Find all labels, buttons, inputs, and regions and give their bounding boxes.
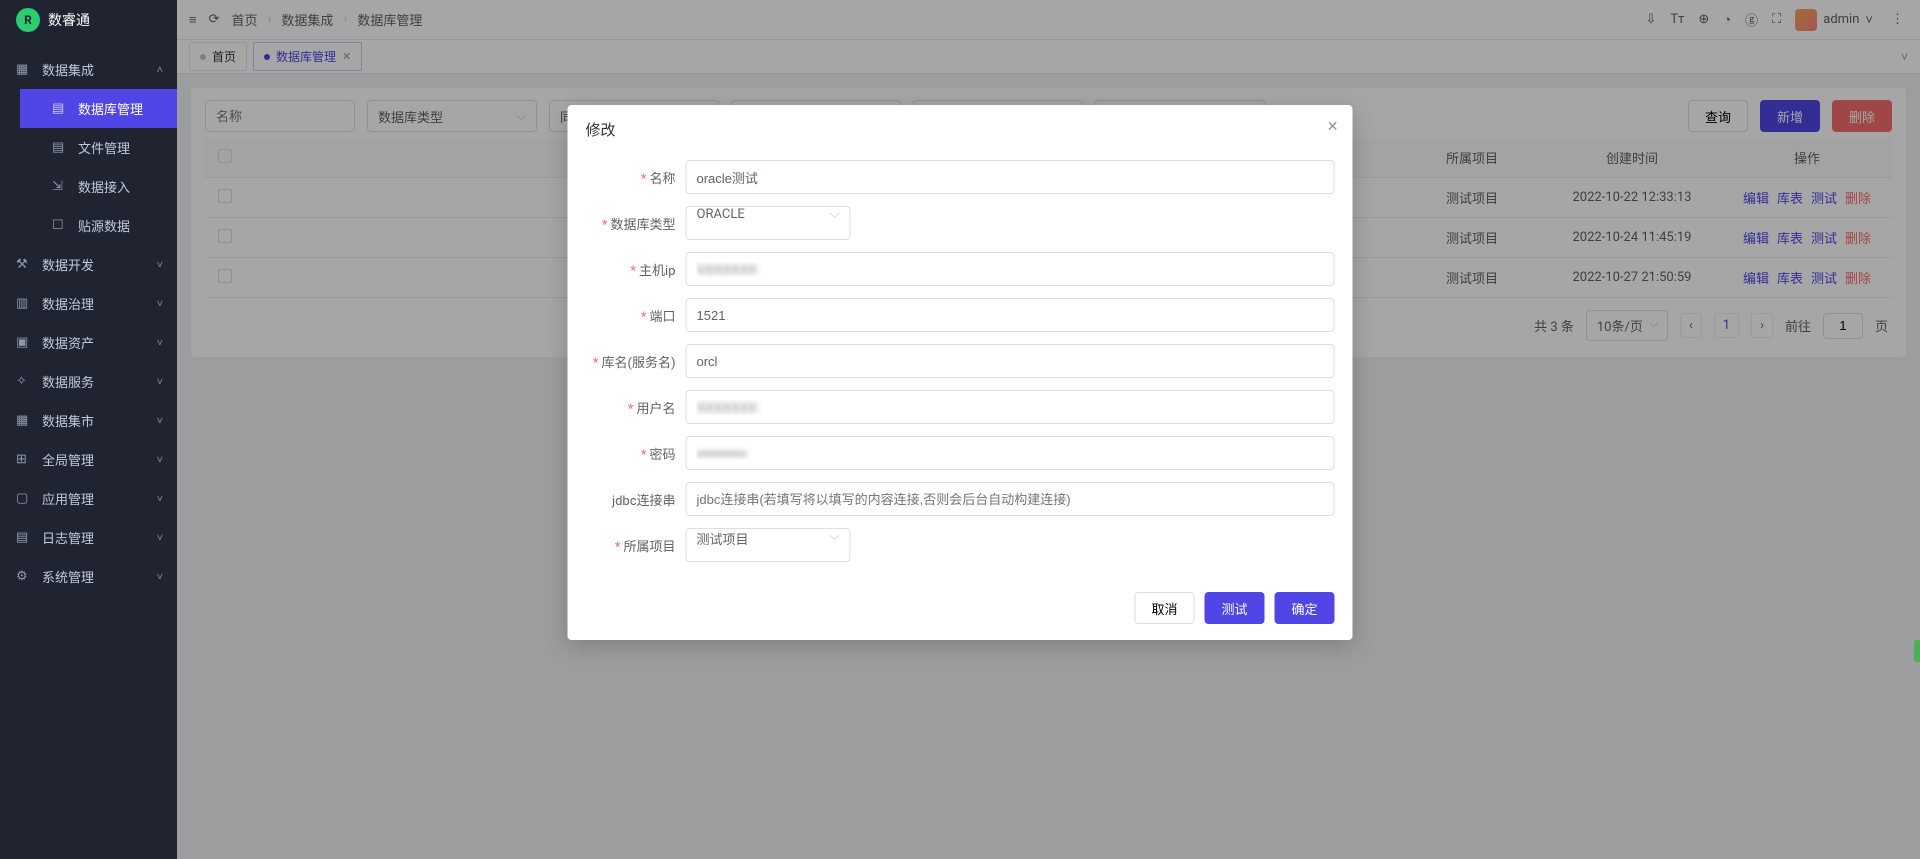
input-host[interactable] [686, 252, 1335, 286]
sidebar-menu: ▦ 数据集成 ˄ ▤ 数据库管理 ▤ 文件管理 ⇲ 数据接入 ☐ 贴源数据 ⚒ 数据开发 ˅… [0, 40, 177, 596]
menu-label: 数据资产 [42, 333, 94, 352]
logo: R 数睿通 [0, 0, 177, 40]
file-icon: ▤ [52, 140, 68, 155]
modal-title: 修改 [586, 121, 616, 139]
chevron-down-icon: ˅ [157, 297, 163, 310]
label-project: 所属项目 [586, 536, 676, 555]
input-port[interactable] [686, 298, 1335, 332]
menu-label: 应用管理 [42, 489, 94, 508]
menu-global-manage[interactable]: ⊞ 全局管理 ˅ [0, 440, 177, 479]
menu-log-manage[interactable]: ▤ 日志管理 ˅ [0, 518, 177, 557]
submenu-db-manage[interactable]: ▤ 数据库管理 [20, 89, 177, 128]
menu-label: 数据开发 [42, 255, 94, 274]
global-icon: ⊞ [16, 452, 32, 467]
submenu-label: 数据接入 [78, 177, 130, 196]
submenu-file-manage[interactable]: ▤ 文件管理 [20, 128, 177, 167]
ok-button[interactable]: 确定 [1274, 592, 1334, 624]
chevron-down-icon: ˅ [157, 258, 163, 271]
modal-body: 名称 数据库类型 ORACLE 主机ip 端口 库名(服务名) 用户名 密码 jd… [568, 154, 1353, 580]
menu-label: 系统管理 [42, 567, 94, 586]
menu-data-integration[interactable]: ▦ 数据集成 ˄ [0, 50, 177, 89]
menu-label: 数据服务 [42, 372, 94, 391]
menu-label: 数据集市 [42, 411, 94, 430]
chevron-down-icon: ˅ [157, 570, 163, 583]
right-handle[interactable] [1914, 640, 1920, 662]
asset-icon: ▣ [16, 335, 32, 350]
menu-data-dev[interactable]: ⚒ 数据开发 ˅ [0, 245, 177, 284]
box-icon: ☐ [52, 218, 68, 233]
submenu-label: 文件管理 [78, 138, 130, 157]
menu-data-market[interactable]: ▦ 数据集市 ˅ [0, 401, 177, 440]
log-icon: ▤ [16, 530, 32, 545]
cancel-button[interactable]: 取消 [1134, 592, 1194, 624]
gear-icon: ⚙ [16, 569, 32, 584]
menu-data-gov[interactable]: ▥ 数据治理 ˅ [0, 284, 177, 323]
sidebar: R 数睿通 ▦ 数据集成 ˄ ▤ 数据库管理 ▤ 文件管理 ⇲ 数据接入 ☐ 贴源数据 … [0, 0, 177, 859]
menu-label: 数据集成 [42, 60, 94, 79]
select-db-type[interactable]: ORACLE [686, 206, 851, 240]
submenu-data-access[interactable]: ⇲ 数据接入 [20, 167, 177, 206]
chevron-down-icon: ˅ [157, 492, 163, 505]
db-icon: ▤ [52, 101, 68, 116]
chevron-down-icon: ˅ [157, 336, 163, 349]
app-icon: ▢ [16, 491, 32, 506]
label-db-type: 数据库类型 [586, 214, 676, 233]
label-host: 主机ip [586, 260, 676, 279]
service-icon: ✧ [16, 374, 32, 389]
menu-data-asset[interactable]: ▣ 数据资产 ˅ [0, 323, 177, 362]
input-name[interactable] [686, 160, 1335, 194]
label-jdbc: jdbc连接串 [586, 490, 676, 509]
input-jdbc[interactable] [686, 482, 1335, 516]
menu-app-manage[interactable]: ▢ 应用管理 ˅ [0, 479, 177, 518]
market-icon: ▦ [16, 413, 32, 428]
input-password[interactable] [686, 436, 1335, 470]
submenu-ods-data[interactable]: ☐ 贴源数据 [20, 206, 177, 245]
label-name: 名称 [586, 168, 676, 187]
menu-label: 日志管理 [42, 528, 94, 547]
submenu-data-integration: ▤ 数据库管理 ▤ 文件管理 ⇲ 数据接入 ☐ 贴源数据 [0, 89, 177, 245]
chevron-up-icon: ˄ [157, 63, 163, 76]
submenu-label: 贴源数据 [78, 216, 130, 235]
logo-icon: R [16, 8, 40, 32]
gov-icon: ▥ [16, 296, 32, 311]
modal-header: 修改 ✕ [568, 105, 1353, 154]
submenu-label: 数据库管理 [78, 99, 143, 118]
menu-data-service[interactable]: ✧ 数据服务 ˅ [0, 362, 177, 401]
dev-icon: ⚒ [16, 257, 32, 272]
chevron-down-icon: ˅ [157, 414, 163, 427]
menu-label: 全局管理 [42, 450, 94, 469]
label-db-name: 库名(服务名) [586, 352, 676, 371]
grid-icon: ▦ [16, 62, 32, 77]
chevron-down-icon: ˅ [157, 375, 163, 388]
modal-footer: 取消 测试 确定 [568, 580, 1353, 640]
input-db-name[interactable] [686, 344, 1335, 378]
edit-modal: 修改 ✕ 名称 数据库类型 ORACLE 主机ip 端口 库名(服务名) 用户名 … [568, 105, 1353, 640]
chevron-down-icon: ˅ [157, 531, 163, 544]
select-project[interactable]: 测试项目 [686, 528, 851, 562]
label-user: 用户名 [586, 398, 676, 417]
access-icon: ⇲ [52, 179, 68, 194]
test-button[interactable]: 测试 [1204, 592, 1264, 624]
brand-name: 数睿通 [48, 10, 90, 30]
input-user[interactable] [686, 390, 1335, 424]
menu-sys-manage[interactable]: ⚙ 系统管理 ˅ [0, 557, 177, 596]
close-icon[interactable]: ✕ [1327, 119, 1339, 135]
chevron-down-icon: ˅ [157, 453, 163, 466]
menu-label: 数据治理 [42, 294, 94, 313]
label-password: 密码 [586, 444, 676, 463]
label-port: 端口 [586, 306, 676, 325]
